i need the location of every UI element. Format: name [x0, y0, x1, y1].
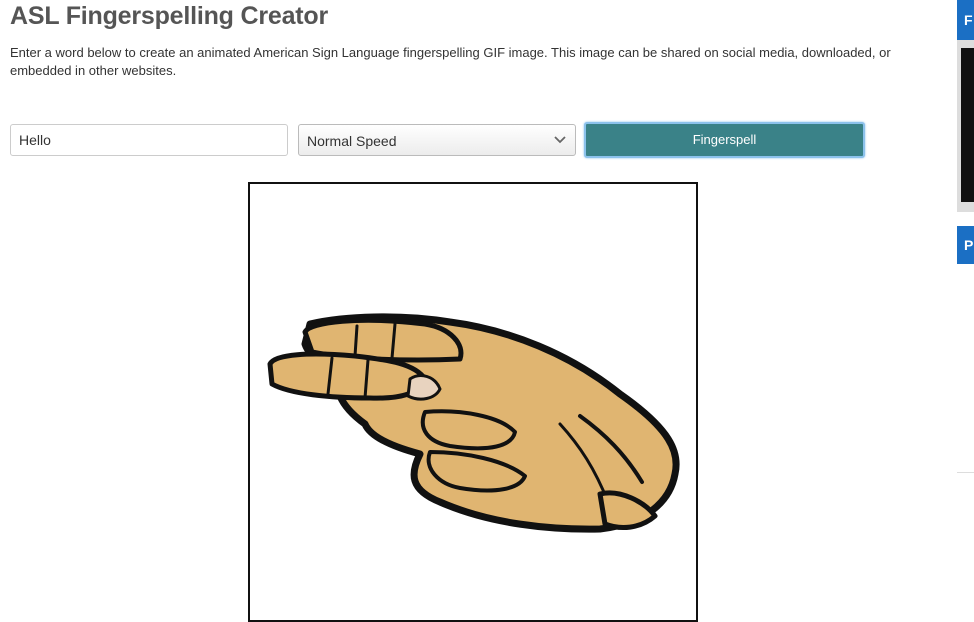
- word-input[interactable]: [10, 124, 288, 156]
- fingerspelling-gif: [248, 182, 698, 622]
- asl-hand-letter-h-icon: [267, 313, 680, 533]
- fingerspell-button[interactable]: Fingerspell: [584, 122, 865, 158]
- intro-text: Enter a word below to create an animated…: [10, 45, 891, 78]
- speed-select-value: Normal Speed: [307, 133, 397, 149]
- sidebar-widget-tab[interactable]: P: [957, 226, 974, 264]
- sidebar-widget-video: F: [957, 0, 974, 212]
- sidebar-video-player[interactable]: [961, 48, 974, 202]
- chevron-down-icon: [554, 136, 566, 144]
- sidebar-widget-tab[interactable]: F: [957, 0, 974, 40]
- speed-select[interactable]: Normal Speed: [298, 124, 576, 156]
- sidebar-widget-second: P: [957, 226, 974, 473]
- page-title: ASL Fingerspelling Creator: [10, 2, 329, 30]
